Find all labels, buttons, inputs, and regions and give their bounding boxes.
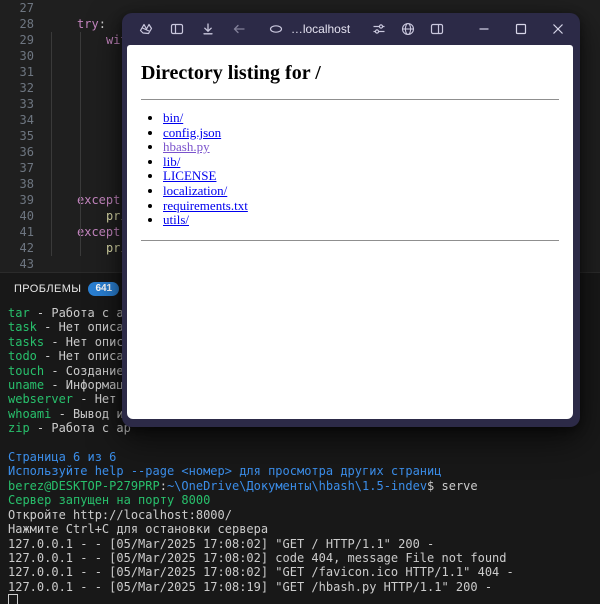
terminal-line: 127.0.0.1 - - [05/Mar/2025 17:08:02] "GE… bbox=[8, 565, 600, 579]
maximize-icon[interactable] bbox=[513, 21, 529, 37]
terminal-line: 127.0.0.1 - - [05/Mar/2025 17:08:02] cod… bbox=[8, 551, 600, 565]
browser-titlebar: …localhost bbox=[122, 13, 580, 45]
minimize-icon[interactable] bbox=[476, 21, 492, 37]
titlebar-right-group bbox=[371, 21, 566, 37]
line-number: 42 bbox=[0, 240, 34, 256]
line-number: 38 bbox=[0, 176, 34, 192]
line-number: 33 bbox=[0, 96, 34, 112]
browser-content: Directory listing for / bin/config.jsonh… bbox=[127, 45, 573, 419]
terminal-line: Используйте help --page <номер> для прос… bbox=[8, 464, 600, 478]
terminal-cursor bbox=[8, 594, 18, 604]
list-item: config.json bbox=[163, 126, 559, 141]
terminal-line bbox=[8, 594, 600, 604]
line-number: 41 bbox=[0, 224, 34, 240]
line-number: 40 bbox=[0, 208, 34, 224]
list-item: localization/ bbox=[163, 184, 559, 199]
dir-link-hbash.py[interactable]: hbash.py bbox=[163, 139, 210, 154]
titlebar-address[interactable]: …localhost bbox=[268, 21, 350, 37]
code-text: except bbox=[48, 192, 120, 208]
code-text: except bbox=[48, 224, 120, 240]
line-number: 37 bbox=[0, 160, 34, 176]
line-number: 35 bbox=[0, 128, 34, 144]
code-text: try: bbox=[48, 16, 106, 32]
line-number: 30 bbox=[0, 48, 34, 64]
dir-link-utils[interactable]: utils/ bbox=[163, 212, 189, 227]
window-controls bbox=[476, 21, 566, 37]
terminal-line: Страница 6 из 6 bbox=[8, 450, 600, 464]
divider-bottom bbox=[141, 240, 559, 241]
terminal-line: Откройте http://localhost:8000/ bbox=[8, 508, 600, 522]
close-icon[interactable] bbox=[550, 21, 566, 37]
sidebar-toggle-icon[interactable] bbox=[169, 21, 185, 37]
list-item: lib/ bbox=[163, 155, 559, 170]
list-item: bin/ bbox=[163, 111, 559, 126]
problems-count-badge: 641 bbox=[88, 282, 119, 296]
code-text: wit bbox=[48, 32, 128, 48]
line-number: 36 bbox=[0, 144, 34, 160]
indent-guide bbox=[80, 32, 81, 256]
terminal-line: 127.0.0.1 - - [05/Mar/2025 17:08:02] "GE… bbox=[8, 537, 600, 551]
panel-toggle-icon[interactable] bbox=[429, 21, 445, 37]
dir-link-lib[interactable]: lib/ bbox=[163, 154, 180, 169]
dir-link-requirements.txt[interactable]: requirements.txt bbox=[163, 198, 248, 213]
list-item: LICENSE bbox=[163, 169, 559, 184]
problems-label: ПРОБЛЕМЫ bbox=[14, 283, 81, 295]
line-number: 28 bbox=[0, 16, 34, 32]
line-number: 39 bbox=[0, 192, 34, 208]
tune-icon[interactable] bbox=[371, 21, 387, 37]
line-number: 29 bbox=[0, 32, 34, 48]
terminal-line: 127.0.0.1 - - [05/Mar/2025 17:08:19] "GE… bbox=[8, 580, 600, 594]
dir-link-license[interactable]: LICENSE bbox=[163, 168, 216, 183]
line-number: 27 bbox=[0, 0, 34, 16]
list-item: utils/ bbox=[163, 213, 559, 228]
code-text: pri bbox=[48, 240, 128, 256]
terminal-line: Сервер запущен на порту 8000 bbox=[8, 493, 600, 507]
desktop: 2728 try: 29 wit 30313233343536373839 except 4… bbox=[0, 0, 600, 604]
link-icon bbox=[268, 21, 284, 37]
window-title: …localhost bbox=[291, 22, 350, 36]
directory-list: bin/config.jsonhbash.pylib/LICENSElocali… bbox=[141, 111, 559, 228]
back-icon[interactable] bbox=[231, 21, 247, 37]
indent-guide bbox=[51, 32, 52, 256]
browser-window: …localhost bbox=[122, 13, 580, 427]
dir-link-localization[interactable]: localization/ bbox=[163, 183, 227, 198]
terminal-line bbox=[8, 436, 600, 450]
dir-link-bin[interactable]: bin/ bbox=[163, 110, 183, 125]
titlebar-left-group bbox=[138, 21, 247, 37]
list-item: hbash.py bbox=[163, 140, 559, 155]
tab-problems[interactable]: ПРОБЛЕМЫ 641 bbox=[14, 282, 119, 296]
line-number: 32 bbox=[0, 80, 34, 96]
code-text: pri bbox=[48, 208, 128, 224]
browser-logo-icon[interactable] bbox=[138, 21, 154, 37]
dir-link-config.json[interactable]: config.json bbox=[163, 125, 221, 140]
line-number: 34 bbox=[0, 112, 34, 128]
terminal-line: berez@DESKTOP-P279PRP:~\OneDrive\Докумен… bbox=[8, 479, 600, 493]
terminal-line: Нажмите Ctrl+C для остановки сервера bbox=[8, 522, 600, 536]
globe-icon[interactable] bbox=[400, 21, 416, 37]
line-number: 43 bbox=[0, 256, 34, 272]
downloads-icon[interactable] bbox=[200, 21, 216, 37]
list-item: requirements.txt bbox=[163, 199, 559, 214]
line-number: 31 bbox=[0, 64, 34, 80]
page-heading: Directory listing for / bbox=[141, 62, 559, 85]
divider-top bbox=[141, 99, 559, 100]
